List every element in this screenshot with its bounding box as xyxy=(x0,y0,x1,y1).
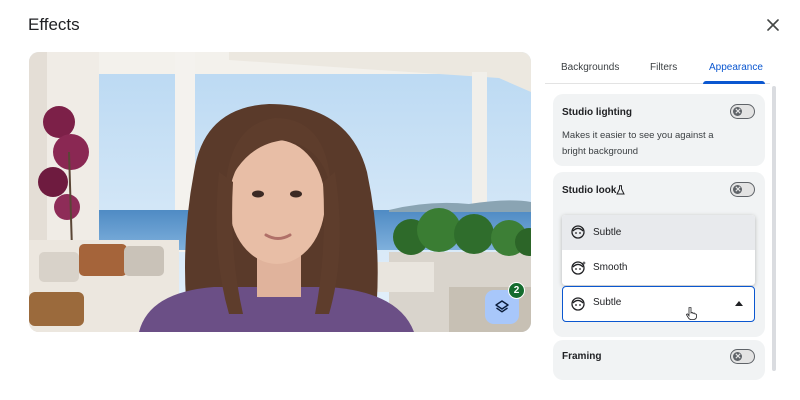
close-icon xyxy=(767,19,779,31)
menu-item-smooth[interactable]: Smooth xyxy=(562,250,755,285)
framing-title: Framing xyxy=(562,351,602,362)
active-tab-indicator xyxy=(703,81,765,84)
framing-toggle[interactable] xyxy=(730,349,755,364)
flask-icon xyxy=(616,185,625,195)
video-preview: 2 xyxy=(29,52,531,332)
layers-count-badge: 2 xyxy=(508,282,525,299)
layers-icon xyxy=(495,300,509,313)
studio-look-dropdown-menu: Subtle Smooth xyxy=(562,215,755,285)
tab-backgrounds[interactable]: Backgrounds xyxy=(561,62,619,73)
framing-card: Framing xyxy=(553,340,765,380)
studio-lighting-title: Studio lighting xyxy=(562,107,632,118)
face-subtle-icon xyxy=(571,225,585,239)
menu-item-smooth-label: Smooth xyxy=(593,262,628,273)
menu-item-subtle[interactable]: Subtle xyxy=(562,215,755,250)
dialog-title: Effects xyxy=(28,15,80,34)
studio-lighting-toggle[interactable] xyxy=(730,104,755,119)
studio-look-select-value: Subtle xyxy=(593,297,622,308)
studio-look-toggle[interactable] xyxy=(730,182,755,197)
tab-appearance[interactable]: Appearance xyxy=(709,62,763,73)
caret-up-icon xyxy=(735,301,743,306)
tab-filters[interactable]: Filters xyxy=(650,62,677,73)
face-smooth-icon xyxy=(571,261,587,275)
camera-feed-image xyxy=(29,52,531,332)
hand-cursor-icon xyxy=(686,307,697,320)
panel-scrollbar[interactable] xyxy=(772,86,776,371)
studio-look-title: Studio look xyxy=(562,185,617,196)
close-button[interactable] xyxy=(762,14,784,36)
studio-lighting-card: Studio lighting Makes it easier to see y… xyxy=(553,94,765,166)
face-subtle-icon xyxy=(571,297,585,311)
studio-look-select[interactable]: Subtle xyxy=(562,286,755,322)
studio-lighting-description: Makes it easier to see you against a bri… xyxy=(562,130,714,157)
menu-item-subtle-label: Subtle xyxy=(593,227,622,238)
